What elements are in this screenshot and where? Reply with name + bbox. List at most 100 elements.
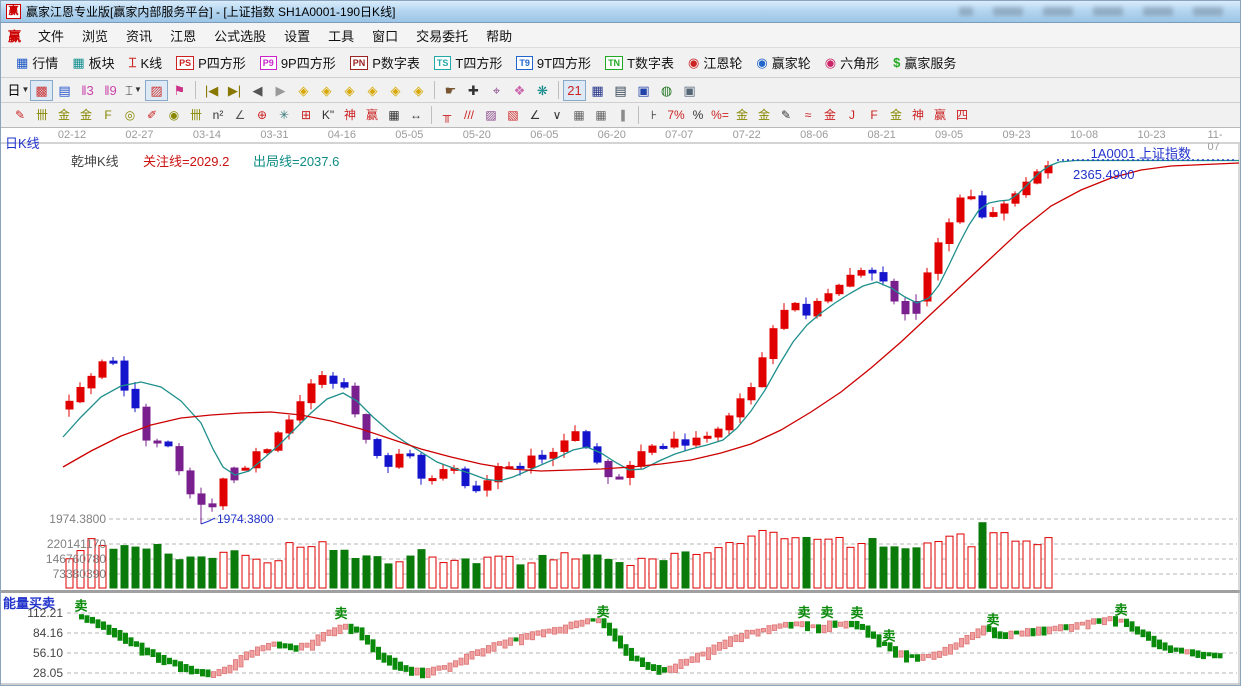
diamond-left-icon[interactable]: ◈: [292, 80, 315, 101]
next-icon[interactable]: ▶: [269, 80, 292, 101]
tool-gann-wheel[interactable]: ◉江恩轮: [681, 51, 749, 74]
calendar-icon[interactable]: 21: [563, 80, 586, 101]
percent-icon[interactable]: %: [687, 105, 709, 125]
chart-3-icon[interactable]: ‖3: [76, 80, 99, 101]
menu-item-file[interactable]: 文件: [29, 23, 73, 48]
radial-star-icon[interactable]: ✳: [273, 105, 295, 125]
menu-item-tools[interactable]: 工具: [319, 23, 363, 48]
tool-t-number-table[interactable]: TNT数字表: [598, 51, 681, 74]
circle-cross-icon[interactable]: ⊕: [251, 105, 273, 125]
menu-item-news[interactable]: 资讯: [117, 23, 161, 48]
diamond-right-icon[interactable]: ◈: [315, 80, 338, 101]
calculator-icon[interactable]: ▦: [586, 80, 609, 101]
h-arrows-icon[interactable]: ↔: [405, 105, 427, 125]
angle-lines-icon[interactable]: ∠: [524, 105, 546, 125]
f-angle-icon[interactable]: F: [863, 105, 885, 125]
brain-icon[interactable]: ❋: [531, 80, 554, 101]
menu-item-gann[interactable]: 江恩: [161, 23, 205, 48]
menu-item-browse[interactable]: 浏览: [73, 23, 117, 48]
spiral-icon[interactable]: ◎: [119, 105, 141, 125]
locator-icon[interactable]: ⌖: [485, 80, 508, 101]
comb-2-icon[interactable]: 卌: [185, 105, 207, 125]
grid-123-icon[interactable]: ▦: [383, 105, 405, 125]
fan-box-2-icon[interactable]: ▧: [502, 105, 524, 125]
tool-hexagon[interactable]: ◉六角形: [818, 51, 886, 74]
pencil-chart-icon[interactable]: ✐: [141, 105, 163, 125]
pencil-icon[interactable]: ✎: [9, 105, 31, 125]
n-square-icon[interactable]: n²: [207, 105, 229, 125]
shen-grid-icon[interactable]: 神: [339, 105, 361, 125]
workstation-icon[interactable]: ▣: [678, 80, 701, 101]
shen-angle-icon[interactable]: 神: [907, 105, 929, 125]
notes-icon[interactable]: ▤: [609, 80, 632, 101]
rect-tool-icon[interactable]: ╥: [436, 105, 458, 125]
diamond-all-icon[interactable]: ◈: [407, 80, 430, 101]
save-icon[interactable]: ▣: [632, 80, 655, 101]
diamond-h-icon[interactable]: ◈: [338, 80, 361, 101]
candle-pencil-icon[interactable]: ✎: [775, 105, 797, 125]
menu-item-trade-entrust[interactable]: 交易委托: [407, 23, 477, 48]
menu-item-settings[interactable]: 设置: [275, 23, 319, 48]
win-angle-icon[interactable]: 赢: [929, 105, 951, 125]
cycle-circle-icon[interactable]: ◉: [163, 105, 185, 125]
tool-p-number-table[interactable]: PNP数字表: [343, 51, 427, 74]
radial-box-icon[interactable]: ⊞: [295, 105, 317, 125]
tool-9p-square[interactable]: P99P四方形: [253, 51, 343, 74]
percent-7-icon[interactable]: 7%: [665, 105, 687, 125]
gold-angle-icon[interactable]: 金: [885, 105, 907, 125]
comb-icon[interactable]: 卌: [31, 105, 53, 125]
menu-item-window[interactable]: 窗口: [363, 23, 407, 48]
tool-t-square[interactable]: TST四方形: [427, 51, 509, 74]
prev-glyph: ◀: [253, 84, 263, 97]
tool-kline[interactable]: ⌶K线: [122, 51, 169, 74]
win-grid-icon[interactable]: 赢: [361, 105, 383, 125]
tool-winner-service[interactable]: $赢家服务: [886, 51, 963, 74]
gold-lines-icon[interactable]: 金: [753, 105, 775, 125]
tool-winner-wheel[interactable]: ◉赢家轮: [749, 51, 817, 74]
prev-icon[interactable]: ◀: [246, 80, 269, 101]
parallel-icon[interactable]: ∥: [612, 105, 634, 125]
last-page-icon[interactable]: ▶|: [223, 80, 246, 101]
first-page-icon[interactable]: |◀: [200, 80, 223, 101]
info-doc-icon[interactable]: ▤: [53, 80, 76, 101]
flag-chart-icon[interactable]: ⚑: [168, 80, 191, 101]
crosshair-icon[interactable]: ✚: [462, 80, 485, 101]
f-grid-icon[interactable]: F: [97, 105, 119, 125]
zigzag-icon[interactable]: ∨: [546, 105, 568, 125]
diamond-compress-icon[interactable]: ◈: [361, 80, 384, 101]
period-selector-glyph: 日: [8, 84, 21, 97]
gold-grid-1-icon[interactable]: 金: [53, 105, 75, 125]
wave-icon[interactable]: ≈: [797, 105, 819, 125]
gold-grid-2-icon[interactable]: 金: [75, 105, 97, 125]
menu-item-formula-stock-pick[interactable]: 公式选股: [205, 23, 275, 48]
toolbar-separator: [638, 106, 639, 124]
tool-9t-square[interactable]: T99T四方形: [509, 51, 598, 74]
fan-lines-icon[interactable]: ///: [458, 105, 480, 125]
candle-style-icon[interactable]: ⌶▼: [122, 80, 145, 101]
fan-box-icon[interactable]: ▨: [480, 105, 502, 125]
gold-circle-icon[interactable]: 金: [731, 105, 753, 125]
menu-item-help[interactable]: 帮助: [477, 23, 521, 48]
period-selector-icon[interactable]: 日▼: [7, 80, 30, 101]
tool-p-square[interactable]: PSP四方形: [169, 51, 253, 74]
percent-line-icon[interactable]: %=: [709, 105, 731, 125]
network-icon[interactable]: ◍: [655, 80, 678, 101]
k-quote-icon[interactable]: K": [317, 105, 339, 125]
angle-fan-icon[interactable]: ∠: [229, 105, 251, 125]
chart-canvas[interactable]: 卖卖卖卖卖卖卖卖卖: [1, 128, 1241, 686]
chart-9-icon[interactable]: ‖9: [99, 80, 122, 101]
gold-box-icon[interactable]: 金: [819, 105, 841, 125]
model-3d-icon[interactable]: ❖: [508, 80, 531, 101]
pattern-box-icon[interactable]: ▨: [145, 80, 168, 101]
si-angle-icon[interactable]: 四: [951, 105, 973, 125]
hand-icon[interactable]: ☛: [439, 80, 462, 101]
diamond-expand-icon[interactable]: ◈: [384, 80, 407, 101]
pattern-search-icon[interactable]: ▩: [30, 80, 53, 101]
tool-sectors[interactable]: ▦板块: [65, 51, 121, 74]
tool-quotes[interactable]: ▦行情: [9, 51, 65, 74]
grid-a-icon[interactable]: ▦: [568, 105, 590, 125]
grid-b-icon[interactable]: ▦: [590, 105, 612, 125]
ruler-icon[interactable]: ⊦: [643, 105, 665, 125]
titlebar[interactable]: 赢 赢家江恩专业版[赢家内部服务平台] - [上证指数 SH1A0001-190…: [1, 1, 1240, 23]
j-angle-icon[interactable]: J: [841, 105, 863, 125]
